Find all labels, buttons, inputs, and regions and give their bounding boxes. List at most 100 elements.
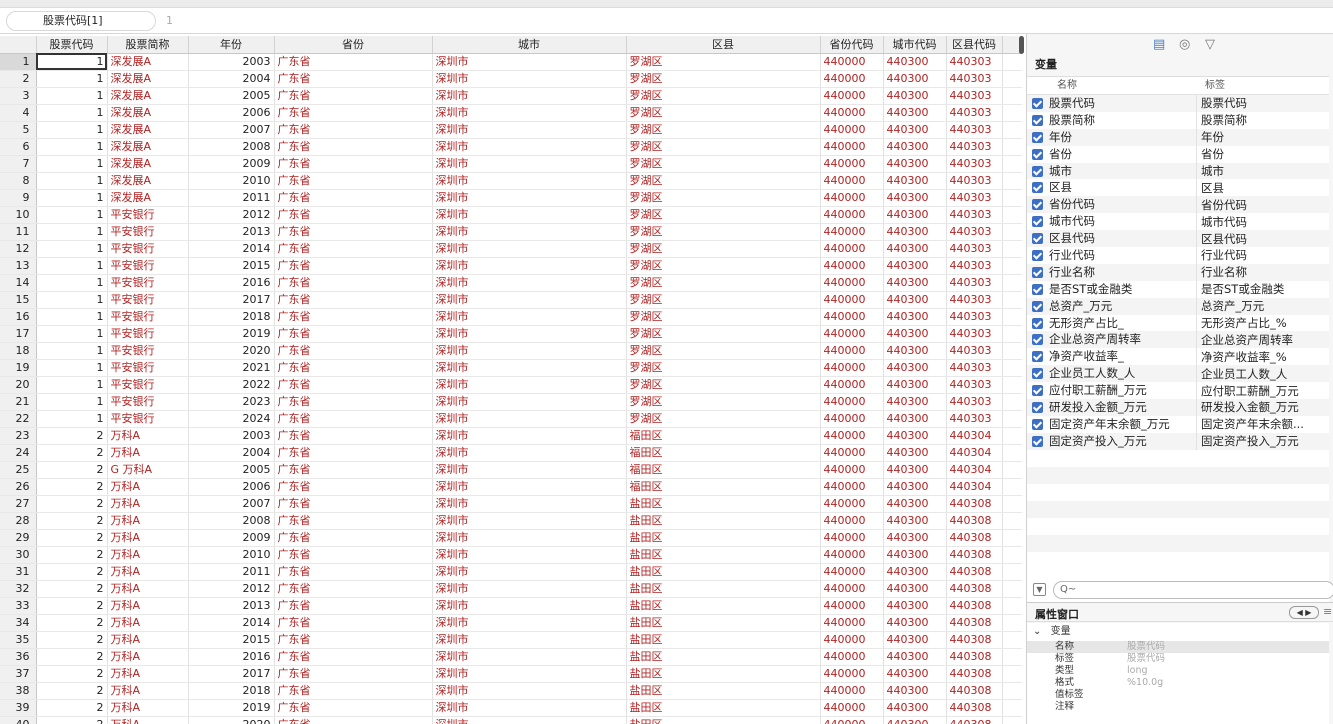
table-cell[interactable]: 2015 xyxy=(188,631,275,649)
table-cell[interactable]: 广东省 xyxy=(274,223,433,241)
table-cell[interactable]: 罗湖区 xyxy=(626,376,821,394)
table-cell[interactable]: 1 xyxy=(36,393,108,411)
table-cell[interactable]: 广东省 xyxy=(274,682,433,700)
table-cell[interactable]: 440000 xyxy=(820,376,884,394)
table-row[interactable]: 33 2 万科A 2013 广东省 深圳市 盐田区 440000 440300 440308 xyxy=(0,597,1022,615)
variable-checkbox[interactable] xyxy=(1032,182,1043,194)
variable-row[interactable]: 城市代码 城市代码 xyxy=(1027,213,1329,231)
table-cell[interactable]: 2019 xyxy=(188,325,275,343)
table-cell[interactable]: 广东省 xyxy=(274,104,433,122)
table-cell[interactable]: 深圳市 xyxy=(432,682,627,700)
table-cell[interactable]: 2007 xyxy=(188,121,275,139)
row-number[interactable]: 35 xyxy=(0,631,37,649)
row-number[interactable]: 37 xyxy=(0,665,37,683)
table-cell[interactable]: 440303 xyxy=(946,325,1003,343)
variable-checkbox[interactable] xyxy=(1032,317,1043,329)
table-cell[interactable]: 深发展A xyxy=(107,121,189,139)
table-cell[interactable]: 440300 xyxy=(883,682,947,700)
table-cell[interactable]: 440000 xyxy=(820,87,884,105)
table-cell[interactable]: 罗湖区 xyxy=(626,291,821,309)
variable-row[interactable]: 净资产收益率_ 净资产收益率_% xyxy=(1027,348,1329,366)
prev-next-icon[interactable]: ◀ ▶ xyxy=(1289,606,1319,619)
table-row[interactable]: 28 2 万科A 2008 广东省 深圳市 盐田区 440000 440300 440308 xyxy=(0,512,1022,530)
table-cell[interactable]: 440000 xyxy=(820,342,884,360)
table-cell[interactable]: 440303 xyxy=(946,189,1003,207)
table-cell[interactable]: 440300 xyxy=(883,631,947,649)
table-cell[interactable]: 440304 xyxy=(946,444,1003,462)
table-cell[interactable]: 2008 xyxy=(188,512,275,530)
table-cell[interactable]: 盐田区 xyxy=(626,580,821,598)
table-cell[interactable]: 440300 xyxy=(883,70,947,88)
table-row[interactable]: 9 1 深发展A 2011 广东省 深圳市 罗湖区 440000 440300 440303 xyxy=(0,189,1022,207)
table-cell[interactable]: 广东省 xyxy=(274,699,433,717)
variable-checkbox[interactable] xyxy=(1032,199,1043,211)
table-cell[interactable]: 440300 xyxy=(883,342,947,360)
row-number[interactable]: 26 xyxy=(0,478,37,496)
table-cell[interactable]: 广东省 xyxy=(274,308,433,326)
table-cell[interactable]: 2 xyxy=(36,427,108,445)
table-cell[interactable]: 万科A xyxy=(107,648,189,666)
table-cell[interactable]: 深圳市 xyxy=(432,631,627,649)
variable-row[interactable]: 区县 区县 xyxy=(1027,179,1329,197)
table-cell[interactable]: 1 xyxy=(36,291,108,309)
table-cell[interactable]: 深圳市 xyxy=(432,614,627,632)
table-cell[interactable]: 440300 xyxy=(883,325,947,343)
table-cell[interactable]: 深圳市 xyxy=(432,308,627,326)
table-cell[interactable]: 广东省 xyxy=(274,325,433,343)
table-cell[interactable]: 深圳市 xyxy=(432,478,627,496)
table-cell[interactable]: 2021 xyxy=(188,359,275,377)
row-number[interactable]: 23 xyxy=(0,427,37,445)
column-header[interactable]: 区县代码 xyxy=(946,36,1003,54)
table-cell[interactable]: 1 xyxy=(36,342,108,360)
table-row[interactable]: 4 1 深发展A 2006 广东省 深圳市 罗湖区 440000 440300 440303 xyxy=(0,104,1022,122)
table-cell[interactable]: 2004 xyxy=(188,70,275,88)
table-cell[interactable]: 深圳市 xyxy=(432,70,627,88)
table-cell[interactable]: 1 xyxy=(36,104,108,122)
table-cell[interactable]: 2 xyxy=(36,614,108,632)
variable-checkbox[interactable] xyxy=(1032,385,1043,397)
row-number[interactable]: 18 xyxy=(0,342,37,360)
data-table[interactable]: 股票代码 股票简称 年份 省份 城市 区县 省份代码 城市代码 区县代码 1 1 深发展A 2003 广… xyxy=(0,36,1022,724)
table-cell[interactable]: 万科A xyxy=(107,546,189,564)
row-number[interactable]: 19 xyxy=(0,359,37,377)
table-row[interactable]: 30 2 万科A 2010 广东省 深圳市 盐田区 440000 440300 440308 xyxy=(0,546,1022,564)
table-cell[interactable]: 广东省 xyxy=(274,546,433,564)
table-cell[interactable]: 平安银行 xyxy=(107,342,189,360)
table-cell[interactable]: 2009 xyxy=(188,529,275,547)
table-row[interactable]: 25 2 G 万科A 2005 广东省 深圳市 福田区 440000 440300 440304 xyxy=(0,461,1022,479)
row-number[interactable]: 30 xyxy=(0,546,37,564)
variable-row[interactable]: 研发投入金额_万元 研发投入金额_万元 xyxy=(1027,399,1329,416)
table-cell[interactable]: 万科A xyxy=(107,716,189,724)
table-cell[interactable]: 罗湖区 xyxy=(626,342,821,360)
table-cell[interactable]: 深圳市 xyxy=(432,325,627,343)
table-cell[interactable]: 万科A xyxy=(107,597,189,615)
table-cell[interactable]: 万科A xyxy=(107,512,189,530)
table-row[interactable]: 11 1 平安银行 2013 广东省 深圳市 罗湖区 440000 440300 440303 xyxy=(0,223,1022,241)
table-cell[interactable]: 2005 xyxy=(188,461,275,479)
table-cell[interactable]: 2 xyxy=(36,597,108,615)
table-cell[interactable]: 440303 xyxy=(946,87,1003,105)
table-cell[interactable]: 440300 xyxy=(883,563,947,581)
table-cell[interactable]: 广东省 xyxy=(274,716,433,724)
table-row[interactable]: 13 1 平安银行 2015 广东省 深圳市 罗湖区 440000 440300 440303 xyxy=(0,257,1022,275)
table-cell[interactable]: 1 xyxy=(36,172,108,190)
table-cell[interactable]: 广东省 xyxy=(274,614,433,632)
table-cell[interactable]: 深圳市 xyxy=(432,597,627,615)
table-cell[interactable]: 万科A xyxy=(107,682,189,700)
variable-row[interactable]: 无形资产占比_ 无形资产占比_% xyxy=(1027,314,1329,332)
table-cell[interactable]: 深圳市 xyxy=(432,206,627,224)
row-number[interactable]: 20 xyxy=(0,376,37,394)
table-cell[interactable]: 广东省 xyxy=(274,461,433,479)
table-row[interactable]: 35 2 万科A 2015 广东省 深圳市 盐田区 440000 440300 440308 xyxy=(0,631,1022,649)
table-cell[interactable]: 罗湖区 xyxy=(626,155,821,173)
table-cell[interactable]: 广东省 xyxy=(274,155,433,173)
table-cell[interactable]: 深圳市 xyxy=(432,427,627,445)
property-row[interactable]: 名称 股票代码 xyxy=(1027,641,1329,653)
row-number[interactable]: 39 xyxy=(0,699,37,717)
table-cell[interactable]: 440000 xyxy=(820,53,884,71)
table-cell[interactable]: 440300 xyxy=(883,53,947,71)
table-row[interactable]: 38 2 万科A 2018 广东省 深圳市 盐田区 440000 440300 440308 xyxy=(0,682,1022,700)
row-number[interactable]: 17 xyxy=(0,325,37,343)
row-number[interactable]: 16 xyxy=(0,308,37,326)
table-cell[interactable]: 万科A xyxy=(107,665,189,683)
